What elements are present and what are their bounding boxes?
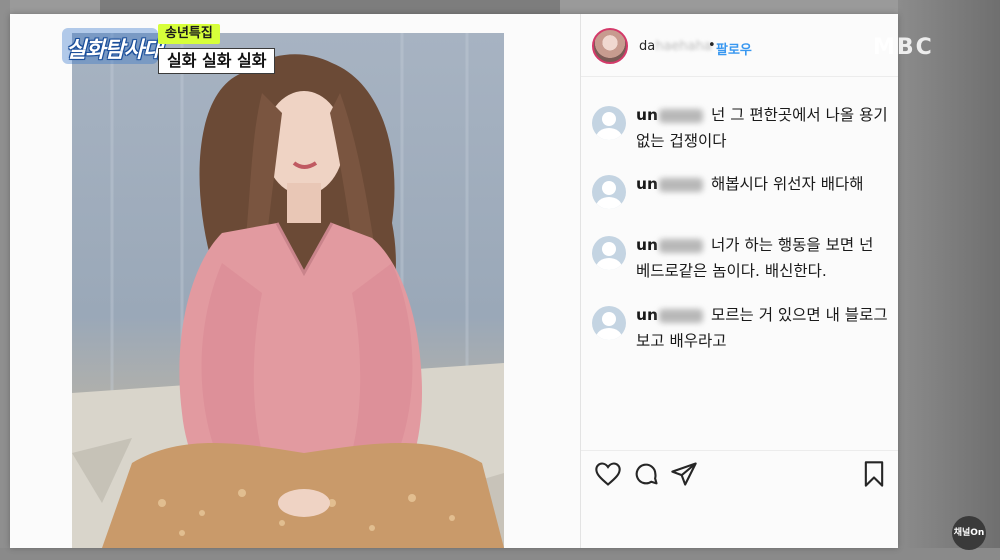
username-masked-part: haehaha [655, 39, 712, 54]
username-blur-mask [659, 108, 704, 123]
bookmark-icon[interactable] [860, 460, 888, 488]
comment-username[interactable]: un [636, 106, 658, 124]
post-header: dahaehaha • 팔로우 [592, 28, 898, 72]
comment-text-block: un 해봅시다 위선자 배다해 [636, 171, 891, 197]
post-photo [72, 33, 504, 548]
comment-avatar-icon[interactable] [592, 306, 626, 340]
heart-icon[interactable] [594, 460, 622, 488]
channel-badge: 채널On [952, 516, 986, 550]
username-visible-part: da [639, 39, 656, 54]
instagram-post-card: dahaehaha • 팔로우 un 넌 그 편한곳에서 나올 용기없는 겁쟁이… [10, 14, 898, 548]
username-blur-mask [659, 308, 704, 323]
header-divider [581, 76, 898, 77]
comment-avatar-icon[interactable] [592, 106, 626, 140]
show-logo: 실화탐사대 [66, 32, 163, 64]
comment-username[interactable]: un [636, 236, 658, 254]
caption-tag: 송년특집 [158, 24, 220, 44]
background-top [100, 0, 560, 14]
post-username[interactable]: dahaehaha [639, 39, 712, 54]
network-logo: MBC [873, 35, 934, 60]
background-bottom [0, 548, 1000, 560]
background-right [898, 0, 1000, 560]
comment-text-block: un 모르는 거 있으면 내 블로그 보고 배우라고 [636, 302, 891, 354]
comment-text-block: un 넌 그 편한곳에서 나올 용기없는 겁쟁이다 [636, 102, 891, 154]
comment-bubble-icon[interactable] [632, 460, 660, 488]
comment-avatar-icon[interactable] [592, 236, 626, 270]
actions-divider [581, 450, 898, 451]
username-blur-mask [659, 238, 704, 253]
caption-main: 실화 실화 실화 [158, 48, 276, 74]
follow-button[interactable]: 팔로우 [716, 39, 752, 58]
comment-username[interactable]: un [636, 306, 658, 324]
background-left [0, 0, 10, 560]
post-action-bar [594, 460, 894, 496]
separator-dot: • [708, 38, 716, 53]
woman-in-pink-sweater-illustration [72, 33, 504, 548]
profile-avatar[interactable] [592, 28, 628, 64]
comment-body: 해봅시다 위선자 배다해 [711, 175, 864, 193]
comment-username[interactable]: un [636, 175, 658, 193]
paper-plane-icon[interactable] [670, 460, 698, 488]
username-blur-mask [659, 177, 704, 192]
column-divider [580, 14, 581, 548]
comment-avatar-icon[interactable] [592, 175, 626, 209]
comment-text-block: un 너가 하는 행동을 보면 넌 베드로같은 놈이다. 배신한다. [636, 232, 891, 284]
